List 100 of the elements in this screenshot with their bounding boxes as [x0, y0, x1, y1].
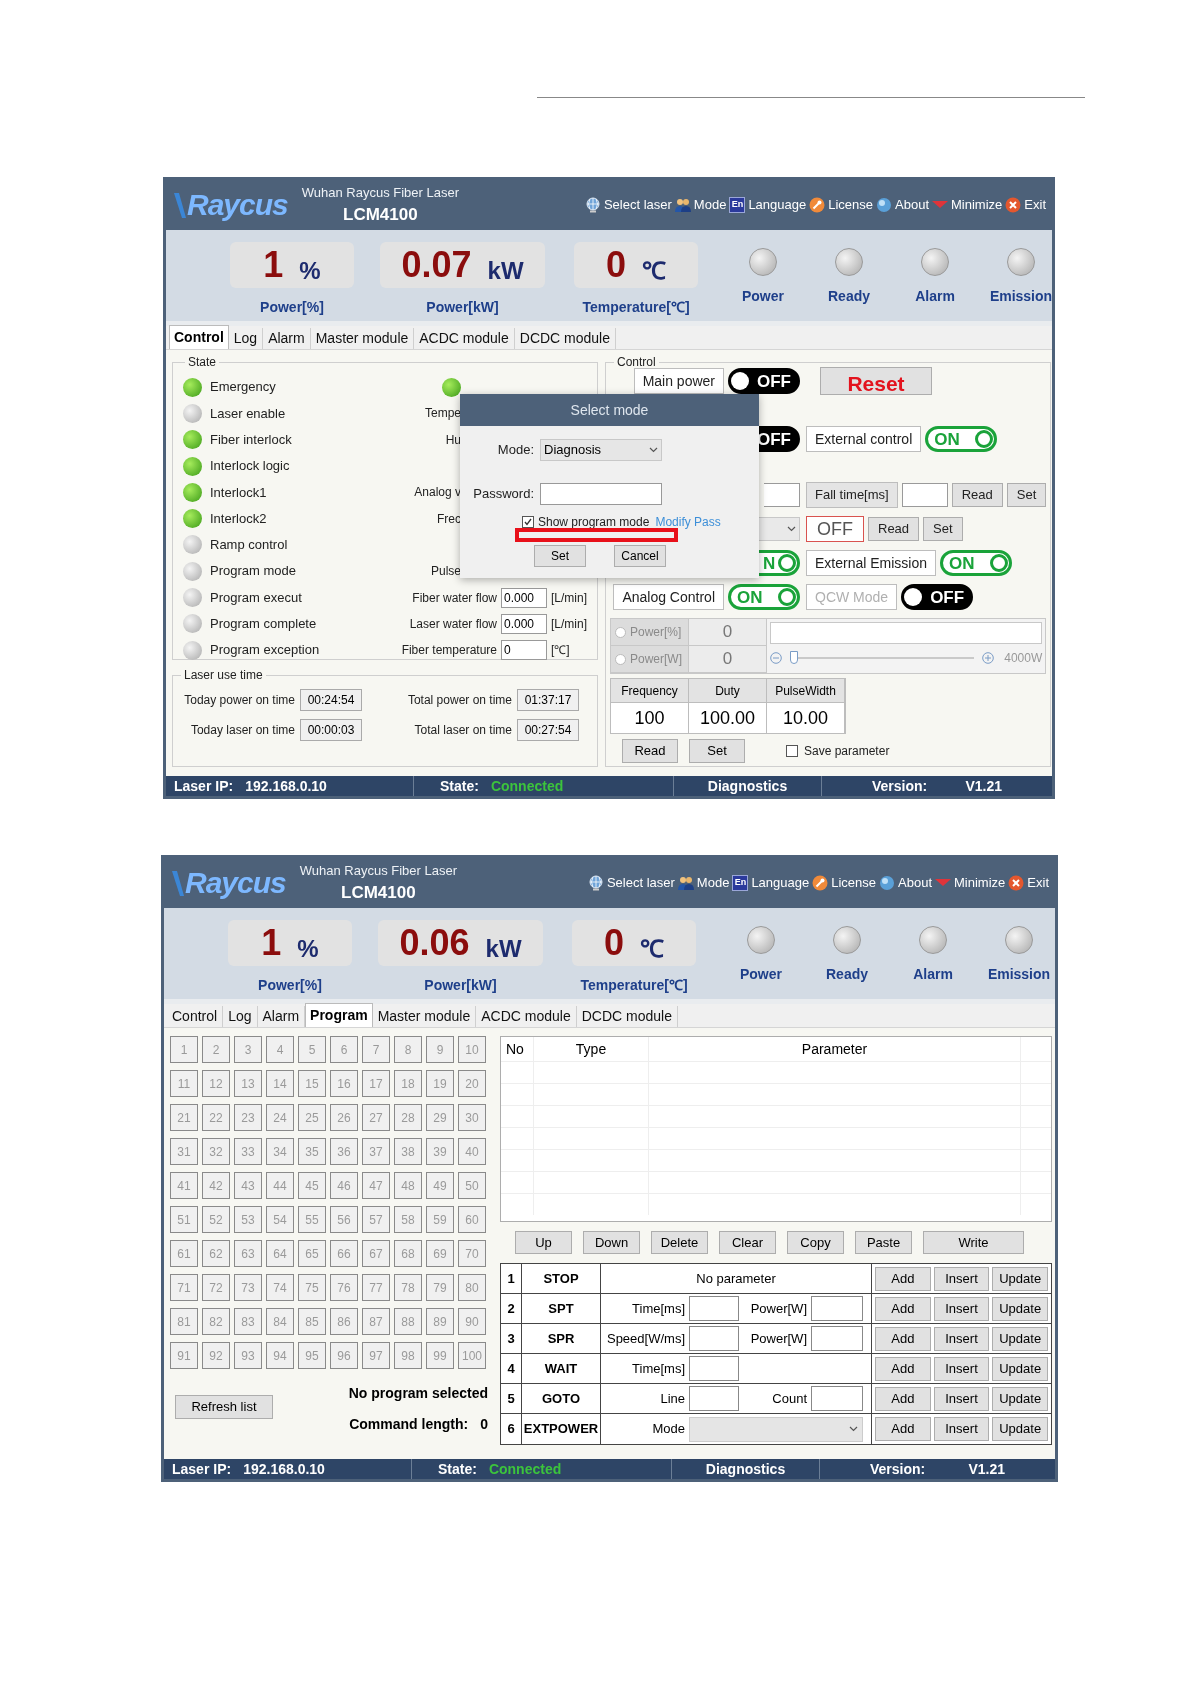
slot-button[interactable]: 31	[170, 1138, 198, 1165]
slot-button[interactable]: 16	[330, 1070, 358, 1097]
tab[interactable]: ACDC module	[414, 328, 515, 349]
tab[interactable]: Program	[305, 1003, 373, 1027]
slot-button[interactable]: 45	[298, 1172, 326, 1199]
slot-button[interactable]: 60	[458, 1206, 486, 1233]
action-button[interactable]: Update	[992, 1417, 1048, 1441]
action-button[interactable]: Clear	[719, 1231, 776, 1254]
slot-button[interactable]: 96	[330, 1342, 358, 1369]
slot-button[interactable]: 23	[234, 1104, 262, 1131]
slot-button[interactable]: 61	[170, 1240, 198, 1267]
menu-button[interactable]: Exit	[1005, 195, 1046, 215]
slot-button[interactable]: 69	[426, 1240, 454, 1267]
action-button[interactable]: Paste	[855, 1231, 912, 1254]
action-button[interactable]: Add	[875, 1296, 931, 1321]
input-field[interactable]	[811, 1296, 863, 1321]
menu-button[interactable]: Mode	[677, 873, 730, 893]
slot-button[interactable]: 42	[202, 1172, 230, 1199]
slot-button[interactable]: 47	[362, 1172, 390, 1199]
slot-button[interactable]: 75	[298, 1274, 326, 1301]
slot-button[interactable]: 90	[458, 1308, 486, 1335]
slot-button[interactable]: 94	[266, 1342, 294, 1369]
menu-button[interactable]: Mode	[674, 195, 727, 215]
slot-button[interactable]: 4	[266, 1036, 294, 1063]
action-button[interactable]: Add	[875, 1417, 931, 1441]
action-button[interactable]: Add	[875, 1386, 931, 1411]
action-button[interactable]: Insert	[933, 1356, 990, 1381]
input-field[interactable]	[689, 1326, 739, 1351]
slot-button[interactable]: 38	[394, 1138, 422, 1165]
menu-button[interactable]: Minimize	[932, 195, 1003, 215]
slot-button[interactable]: 95	[298, 1342, 326, 1369]
slot-button[interactable]: 82	[202, 1308, 230, 1335]
slot-button[interactable]: 100	[458, 1342, 486, 1369]
slot-button[interactable]: 50	[458, 1172, 486, 1199]
slot-button[interactable]: 67	[362, 1240, 390, 1267]
slot-button[interactable]: 62	[202, 1240, 230, 1267]
slot-button[interactable]: 22	[202, 1104, 230, 1131]
input-field[interactable]	[764, 483, 800, 507]
reset-button[interactable]: Reset	[820, 367, 932, 395]
menu-button[interactable]: Minimize	[935, 873, 1006, 893]
tab[interactable]: DCDC module	[514, 328, 616, 349]
slot-button[interactable]: 51	[170, 1206, 198, 1233]
action-button[interactable]: Add	[875, 1266, 931, 1291]
slot-button[interactable]: 2	[202, 1036, 230, 1063]
slot-button[interactable]: 99	[426, 1342, 454, 1369]
input-field[interactable]	[901, 483, 948, 507]
action-button[interactable]: Update	[992, 1386, 1048, 1411]
tab[interactable]: Control	[167, 1006, 224, 1027]
checkbox[interactable]	[522, 516, 534, 528]
checkbox[interactable]	[786, 745, 798, 757]
action-button[interactable]: Insert	[933, 1296, 990, 1321]
slot-button[interactable]: 3	[234, 1036, 262, 1063]
slot-button[interactable]: 26	[330, 1104, 358, 1131]
action-button[interactable]: Insert	[933, 1266, 990, 1291]
slot-button[interactable]: 85	[298, 1308, 326, 1335]
slot-button[interactable]: 93	[234, 1342, 262, 1369]
action-button[interactable]: Read	[951, 483, 1003, 507]
slot-button[interactable]: 37	[362, 1138, 390, 1165]
menu-button[interactable]: Select laser	[587, 873, 675, 893]
slot-button[interactable]: 25	[298, 1104, 326, 1131]
slot-button[interactable]: 49	[426, 1172, 454, 1199]
action-button[interactable]: Insert	[933, 1386, 990, 1411]
toggle-switch[interactable]: OFF	[728, 368, 800, 394]
input-field[interactable]	[689, 1296, 739, 1321]
slot-button[interactable]: 8	[394, 1036, 422, 1063]
slot-button[interactable]: 98	[394, 1342, 422, 1369]
slot-button[interactable]: 52	[202, 1206, 230, 1233]
slot-button[interactable]: 56	[330, 1206, 358, 1233]
action-button[interactable]: Set	[1006, 483, 1047, 507]
tab[interactable]: Master module	[372, 1006, 477, 1027]
slot-button[interactable]: 6	[330, 1036, 358, 1063]
slot-button[interactable]: 76	[330, 1274, 358, 1301]
slot-button[interactable]: 44	[266, 1172, 294, 1199]
slot-button[interactable]: 35	[298, 1138, 326, 1165]
menu-button[interactable]: License	[812, 873, 877, 893]
slot-button[interactable]: 41	[170, 1172, 198, 1199]
slot-button[interactable]: 74	[266, 1274, 294, 1301]
slot-button[interactable]: 5	[298, 1036, 326, 1063]
menu-button[interactable]: License	[809, 195, 874, 215]
slot-button[interactable]: 43	[234, 1172, 262, 1199]
dropdown[interactable]	[689, 1416, 863, 1442]
radio-button[interactable]	[615, 653, 626, 665]
slot-button[interactable]: 86	[330, 1308, 358, 1335]
slot-button[interactable]: 32	[202, 1138, 230, 1165]
menu-button[interactable]: About	[879, 873, 933, 893]
slot-button[interactable]: 58	[394, 1206, 422, 1233]
slot-button[interactable]: 59	[426, 1206, 454, 1233]
slot-button[interactable]: 11	[170, 1070, 198, 1097]
dialog-button[interactable]: Set	[534, 545, 586, 567]
slot-button[interactable]: 55	[298, 1206, 326, 1233]
toggle-switch[interactable]: OFF	[901, 584, 974, 610]
menu-button[interactable]: En Language	[732, 873, 810, 893]
action-button[interactable]: Copy	[787, 1231, 844, 1254]
slider-thumb[interactable]	[790, 651, 798, 664]
slot-button[interactable]: 15	[298, 1070, 326, 1097]
tab[interactable]: ACDC module	[476, 1006, 577, 1027]
slot-button[interactable]: 36	[330, 1138, 358, 1165]
action-button[interactable]: Add	[875, 1326, 931, 1351]
action-button[interactable]: Update	[992, 1326, 1048, 1351]
slot-button[interactable]: 78	[394, 1274, 422, 1301]
